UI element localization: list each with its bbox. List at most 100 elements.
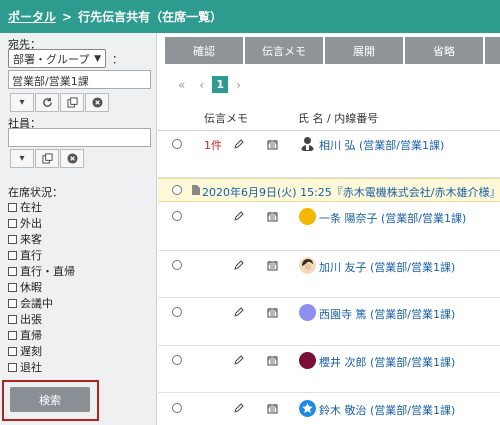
table-row[interactable]: 西園寺 篤 (営業部/営業1課) — [158, 298, 500, 346]
calendar-icon[interactable] — [267, 211, 278, 222]
employee-name-link[interactable]: 櫻井 次郎 (営業部/営業1課) — [319, 354, 455, 370]
pencil-icon[interactable] — [234, 260, 244, 270]
column-name: 氏 名 / 内線番号 — [298, 112, 379, 125]
calendar-icon[interactable] — [267, 307, 278, 318]
radio-icon[interactable] — [172, 139, 182, 149]
status-option-label: 遅刻 — [20, 345, 42, 358]
radio-icon[interactable] — [172, 307, 182, 317]
calendar-icon[interactable] — [267, 355, 278, 366]
table-row[interactable]: 1件 相川 弘 (営業部/営業1課) — [158, 131, 500, 178]
calendar-icon[interactable] — [267, 403, 278, 414]
pencil-icon[interactable] — [234, 211, 244, 221]
radio-icon[interactable] — [172, 211, 182, 221]
title-bar: ポータル > 行先伝言共有（在席一覧） — [0, 0, 500, 33]
toolbar: 確認 伝言メモ 展開 省略 — [158, 37, 500, 65]
status-checkbox[interactable]: 来客 — [8, 231, 42, 247]
employee-name-link[interactable]: 鈴木 敬治 (営業部/営業1課) — [319, 402, 455, 418]
radio-icon[interactable] — [172, 355, 182, 365]
status-checkbox[interactable]: 出張 — [8, 311, 42, 327]
prev-page-icon[interactable]: ‹ — [199, 78, 204, 92]
clear-icon[interactable] — [60, 149, 84, 168]
employee-name-link[interactable]: 西園寺 篤 (営業部/営業1課) — [319, 306, 455, 322]
status-option-label: 直行・直帰 — [20, 265, 75, 278]
page-title: 行先伝言共有（在席一覧） — [78, 10, 223, 24]
status-checkbox[interactable]: 外出 — [8, 215, 42, 231]
column-memo: 伝言メモ — [204, 112, 248, 125]
status-option-label: 外出 — [20, 217, 42, 230]
dropdown-icon[interactable]: ▾ — [10, 149, 34, 168]
next-page-icon[interactable]: › — [236, 78, 241, 92]
employee-name-link[interactable]: 一条 陽奈子 (営業部/営業1課) — [319, 210, 466, 226]
checkbox-icon — [8, 282, 17, 292]
current-page[interactable]: 1 — [212, 76, 229, 93]
pencil-icon[interactable] — [234, 139, 244, 149]
status-option-label: 出張 — [20, 313, 42, 326]
search-button[interactable]: 検索 — [10, 387, 90, 412]
avatar — [299, 208, 316, 225]
copy-icon[interactable] — [35, 149, 59, 168]
avatar — [301, 137, 314, 151]
table-row[interactable]: 櫻井 次郎 (営業部/営業1課) — [158, 346, 500, 393]
notice-text[interactable]: 2020年6月9日(火) 15:25『赤木電機株式会社/赤木雄介様』 — [202, 184, 500, 200]
checkbox-icon — [8, 314, 17, 324]
status-option-label: 会議中 — [20, 297, 53, 310]
status-checkbox[interactable]: 直帰 — [8, 327, 42, 343]
table-row[interactable]: 鈴木 敬治 (営業部/営業1課) — [158, 393, 500, 425]
checkbox-icon — [8, 202, 17, 212]
avatar — [299, 304, 316, 321]
confirm-button[interactable]: 確認 — [165, 37, 243, 64]
employee-field[interactable] — [8, 128, 151, 147]
first-page-icon[interactable]: « — [178, 78, 185, 92]
checkbox-icon — [8, 250, 17, 260]
radio-icon[interactable] — [172, 403, 182, 413]
status-checkbox[interactable]: 直行 — [8, 247, 42, 263]
group-select[interactable]: 部署・グループ ▼ — [8, 49, 106, 68]
status-option-label: 来客 — [20, 233, 42, 246]
checkbox-icon — [8, 234, 17, 244]
omit-button[interactable]: 省略 — [405, 37, 483, 64]
checkbox-icon — [8, 218, 17, 228]
copy-icon[interactable] — [60, 93, 84, 112]
more-button[interactable] — [485, 37, 500, 64]
group-select-value: 部署・グループ — [13, 52, 90, 66]
status-option-label: 在社 — [20, 201, 42, 214]
chevron-down-icon: ▼ — [94, 53, 101, 64]
portal-link[interactable]: ポータル — [8, 8, 56, 25]
employee-button-group: ▾ — [10, 149, 85, 168]
table-row[interactable]: 一条 陽奈子 (営業部/営業1課) — [158, 202, 500, 251]
checkbox-icon — [8, 298, 17, 308]
employee-name-link[interactable]: 加川 友子 (営業部/営業1課) — [319, 259, 455, 275]
document-icon — [192, 185, 200, 195]
pencil-icon[interactable] — [234, 355, 244, 365]
calendar-icon[interactable] — [267, 139, 278, 150]
clear-icon[interactable] — [85, 93, 109, 112]
status-option-label: 直帰 — [20, 329, 42, 342]
status-checkbox[interactable]: 会議中 — [8, 295, 53, 311]
pencil-icon[interactable] — [234, 307, 244, 317]
dropdown-icon[interactable]: ▾ — [10, 93, 34, 112]
radio-icon[interactable] — [172, 185, 182, 195]
status-checkbox[interactable]: 退社 — [8, 359, 42, 375]
status-checkbox[interactable]: 在社 — [8, 199, 42, 215]
star-icon — [299, 400, 316, 417]
avatar — [299, 352, 316, 369]
status-option-label: 休暇 — [20, 281, 42, 294]
notice-row[interactable]: 2020年6月9日(火) 15:25『赤木電機株式会社/赤木雄介様』 — [158, 178, 500, 202]
status-checkbox[interactable]: 遅刻 — [8, 343, 42, 359]
status-checkbox[interactable]: 直行・直帰 — [8, 263, 75, 279]
status-checkbox[interactable]: 休暇 — [8, 279, 42, 295]
refresh-icon[interactable] — [35, 93, 59, 112]
group-field[interactable]: 営業部/営業1課 — [8, 70, 151, 89]
checkbox-icon — [8, 346, 17, 356]
checkbox-icon — [8, 362, 17, 372]
employee-name-link[interactable]: 相川 弘 (営業部/営業1課) — [319, 137, 444, 153]
memo-count[interactable]: 1件 — [204, 137, 222, 153]
expand-button[interactable]: 展開 — [325, 37, 403, 64]
avatar — [299, 257, 316, 274]
table-row[interactable]: 加川 友子 (営業部/営業1課) — [158, 251, 500, 298]
calendar-icon[interactable] — [267, 260, 278, 271]
radio-icon[interactable] — [172, 260, 182, 270]
colon-label: ： — [112, 53, 123, 66]
memo-button[interactable]: 伝言メモ — [245, 37, 323, 64]
pencil-icon[interactable] — [234, 403, 244, 413]
